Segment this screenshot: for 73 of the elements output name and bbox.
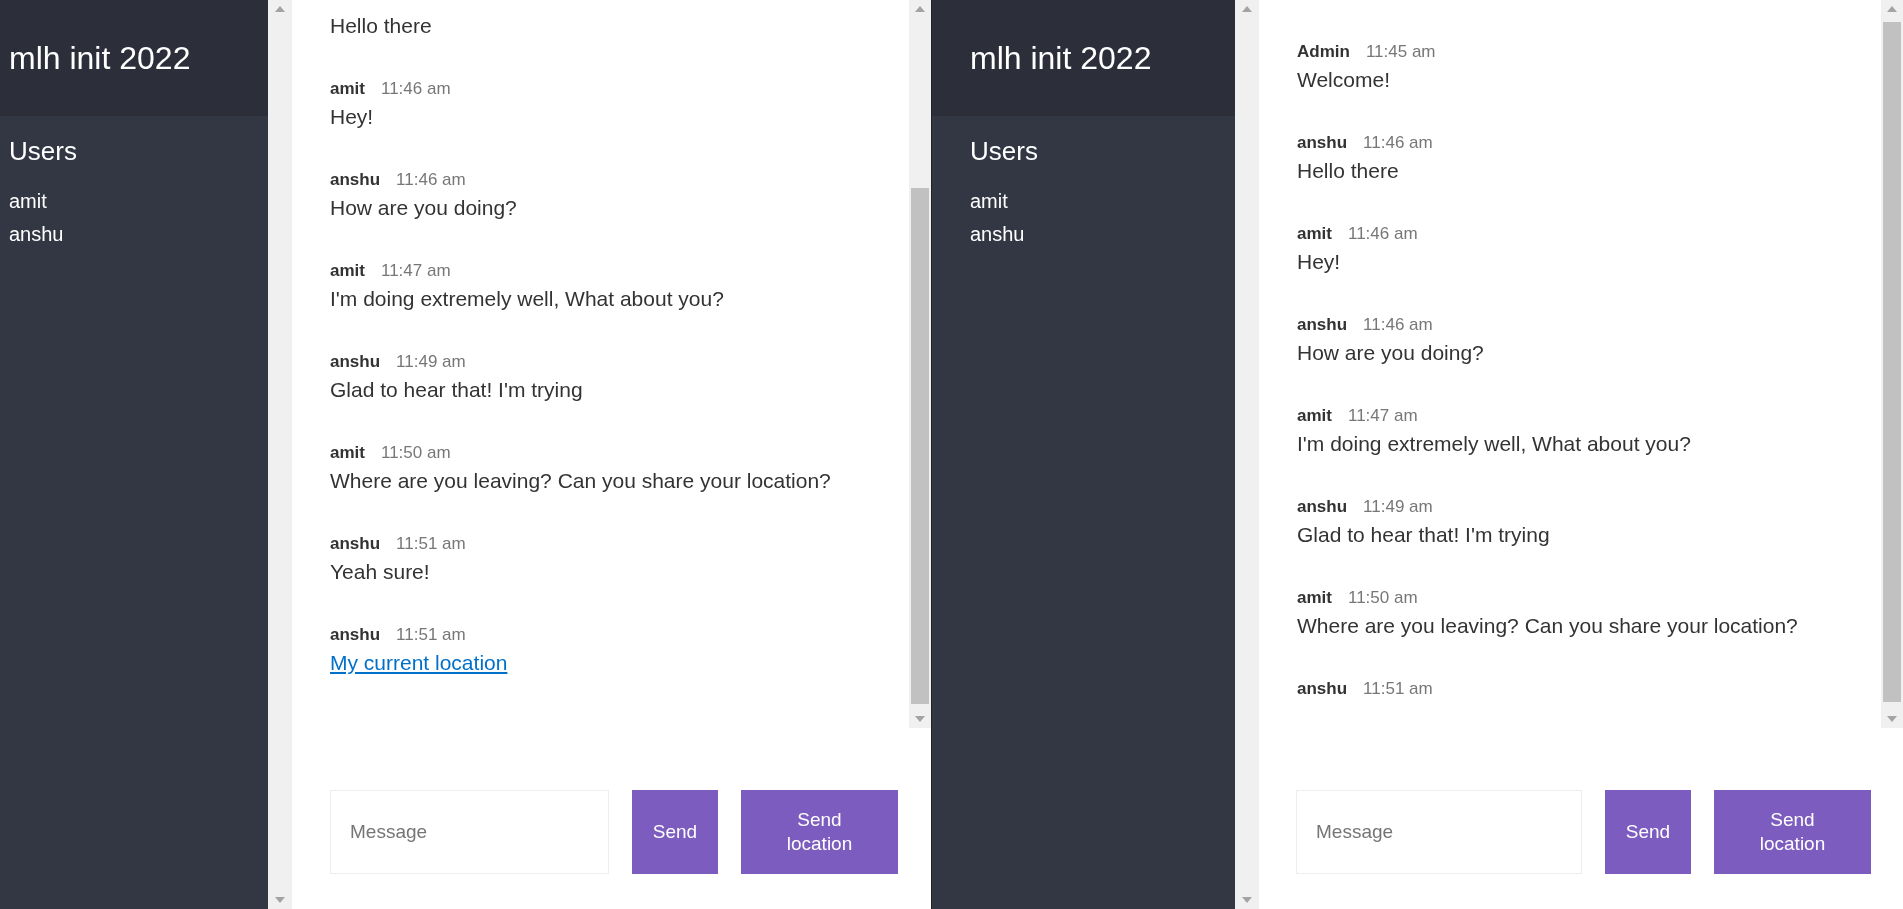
scroll-down-icon[interactable] (1242, 897, 1252, 903)
scrollbar[interactable] (268, 0, 292, 909)
send-button[interactable]: Send (632, 790, 718, 874)
message-author: amit (330, 260, 365, 282)
scrollbar[interactable] (909, 0, 931, 728)
message-time: 11:51 am (396, 533, 466, 555)
scrollbar[interactable] (1235, 0, 1259, 909)
message-author: anshu (1297, 678, 1348, 700)
message-text: Glad to hear that! I'm trying (1297, 522, 1551, 548)
message-text: I'm doing extremely well, What about you? (1297, 431, 1692, 457)
message-author: amit (1297, 223, 1332, 245)
message-text: Welcome! (1297, 67, 1391, 93)
message-time: 11:50 am (380, 442, 451, 464)
users-heading: Users (970, 135, 1039, 168)
message-time: 11:51 am (396, 624, 466, 646)
message-text: Where are you leaving? Can you share your location? (1297, 613, 1799, 639)
message-text: How are you doing? (1297, 340, 1485, 366)
message-author: anshu (330, 624, 381, 646)
scroll-up-icon[interactable] (275, 6, 285, 12)
message-text: How are you doing? (330, 195, 518, 221)
message-time: 11:46 am (380, 78, 451, 100)
scroll-up-icon[interactable] (1242, 6, 1252, 12)
scroll-up-icon[interactable] (915, 6, 925, 12)
message-field[interactable]: Message (1296, 790, 1582, 874)
message-text: Hello there (330, 13, 433, 39)
message-text: Hey! (1297, 249, 1342, 275)
message-text: I'm doing extremely well, What about you? (330, 286, 725, 312)
user-name: amit (970, 189, 1009, 214)
scroll-down-icon[interactable] (275, 897, 285, 903)
message-author: anshu (1297, 314, 1348, 336)
message-author: anshu (330, 533, 381, 555)
message-time: 11:47 am (380, 260, 451, 282)
scroll-down-icon[interactable] (1887, 716, 1897, 722)
message-time: 11:46 am (1363, 314, 1433, 336)
send-location-button[interactable]: Send location (1714, 790, 1871, 874)
message-time: 11:45 am (1365, 41, 1436, 63)
room-title: mlh init 2022 (9, 39, 191, 78)
message-time: 11:49 am (1363, 496, 1433, 518)
message-text: Where are you leaving? Can you share your location? (330, 468, 832, 494)
scrollbar-thumb[interactable] (911, 188, 929, 704)
message-text: Hey! (330, 104, 375, 130)
room-title: mlh init 2022 (970, 39, 1152, 78)
scrollbar-thumb[interactable] (1883, 22, 1901, 702)
message-time: 11:47 am (1347, 405, 1418, 427)
message-time: 11:46 am (1363, 132, 1433, 154)
message-author: anshu (330, 169, 381, 191)
message-author: amit (330, 78, 365, 100)
user-name: amit (9, 189, 48, 214)
message-time: 11:49 am (396, 351, 466, 373)
message-author: anshu (1297, 132, 1348, 154)
user-name: anshu (9, 222, 65, 247)
message-text: Hello there (1297, 158, 1400, 184)
send-button[interactable]: Send (1605, 790, 1691, 874)
scroll-down-icon[interactable] (915, 716, 925, 722)
message-author: anshu (330, 351, 381, 373)
message-author: amit (1297, 405, 1332, 427)
send-location-button[interactable]: Send location (741, 790, 898, 874)
message-author: anshu (1297, 496, 1348, 518)
user-name: anshu (970, 222, 1026, 247)
message-time: 11:46 am (1347, 223, 1418, 245)
message-author: Admin (1297, 41, 1350, 63)
scrollbar[interactable] (1881, 0, 1903, 728)
message-time: 11:51 am (1363, 678, 1433, 700)
message-text: Yeah sure! (330, 559, 431, 585)
users-heading: Users (9, 135, 78, 168)
location-link[interactable]: My current location (330, 651, 508, 674)
message-time: 11:46 am (396, 169, 466, 191)
message-text: Glad to hear that! I'm trying (330, 377, 584, 403)
message-author: amit (1297, 587, 1332, 609)
message-time: 11:50 am (1347, 587, 1418, 609)
message-field[interactable]: Message (330, 790, 609, 874)
scroll-up-icon[interactable] (1887, 6, 1897, 12)
message-author: amit (330, 442, 365, 464)
